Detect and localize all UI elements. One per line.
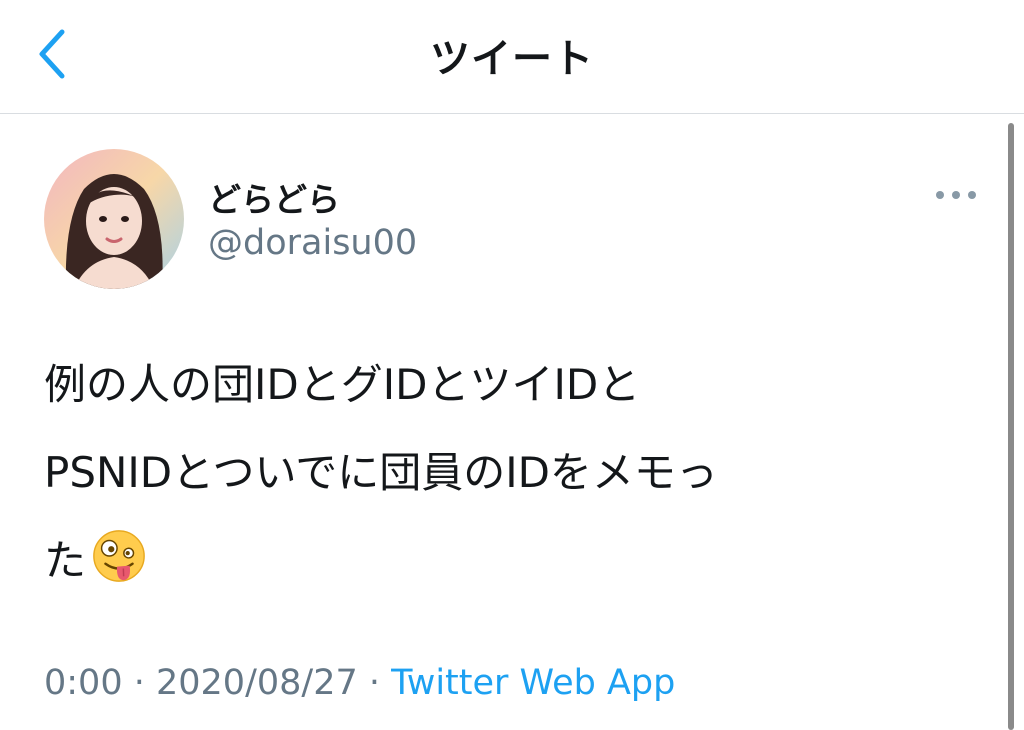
tweet-date: 2020/08/27 (156, 663, 358, 703)
tweet-text-line: 例の人の団IDとグIDとツイIDと (44, 360, 641, 409)
user-avatar[interactable] (44, 149, 184, 289)
tweet-text-line: た (44, 517, 944, 605)
tweet-text: 例の人の団IDとグIDとツイIDと PSNIDとついでに団員のIDをメモっ た (44, 341, 944, 605)
tweet-meta: 0:00 · 2020/08/27 · Twitter Web App (44, 663, 675, 703)
top-nav-bar: ツイート (0, 0, 1024, 114)
tweet-time: 0:00 (44, 663, 123, 703)
display-name[interactable]: どらどら (208, 173, 340, 221)
scrollbar[interactable] (1008, 123, 1014, 730)
tweet-detail: どらどら @doraisu00 例の人の団IDとグIDとツイIDと PSNIDと… (0, 115, 1024, 730)
avatar-image (44, 149, 184, 289)
meta-separator: · (357, 663, 392, 703)
tweet-text-line: PSNIDとついでに団員のIDをメモっ (44, 448, 718, 497)
tweet-text-fragment: た (44, 536, 87, 585)
page-title: ツイート (430, 36, 594, 82)
zany-face-emoji (93, 530, 145, 582)
user-handle[interactable]: @doraisu00 (208, 223, 417, 263)
more-button[interactable] (934, 183, 978, 207)
more-dots-icon (936, 191, 976, 199)
meta-separator: · (122, 663, 156, 703)
tweet-source-link[interactable]: Twitter Web App (391, 663, 675, 703)
